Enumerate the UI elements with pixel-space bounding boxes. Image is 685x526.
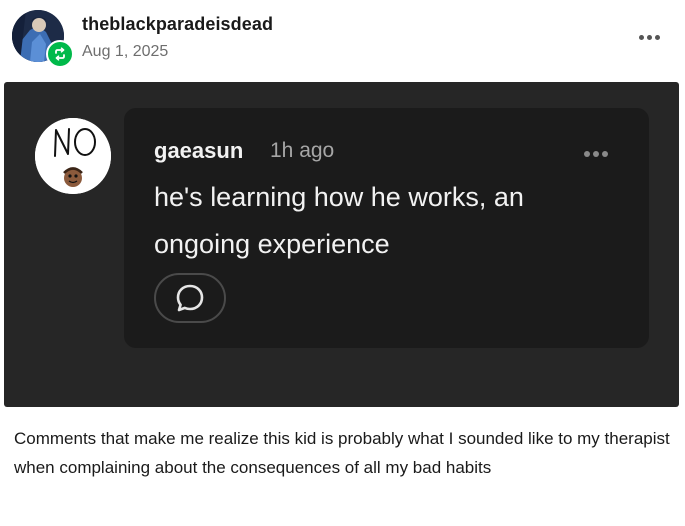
reply-button [154, 273, 226, 323]
dot [638, 34, 644, 40]
more-options-icon [576, 146, 616, 162]
comment-card: gaeasun 1h ago he's learning how he work… [124, 108, 649, 348]
avatar-group[interactable] [12, 10, 74, 68]
reblog-icon [46, 40, 74, 68]
commenter-avatar [35, 118, 111, 194]
post-header: theblackparadeisdead Aug 1, 2025 [0, 0, 685, 80]
reply-bubble-icon [176, 284, 204, 312]
comment-text: he's learning how he works, an ongoing e… [154, 182, 524, 259]
post-date[interactable]: Aug 1, 2025 [82, 43, 168, 61]
more-options-icon[interactable] [630, 26, 668, 48]
dot [602, 151, 608, 157]
post-caption: Comments that make me realize this kid i… [14, 429, 670, 477]
dot [584, 151, 590, 157]
dot [646, 34, 652, 40]
dot [593, 151, 599, 157]
commenter-name: gaeasun [154, 138, 244, 163]
reblog-arrows [55, 47, 65, 61]
dot [654, 34, 660, 40]
comment-time: 1h ago [270, 139, 335, 162]
screenshot-image[interactable]: gaeasun 1h ago he's learning how he work… [4, 82, 679, 407]
commenter-avatar-drawing [35, 118, 111, 194]
post-username[interactable]: theblackparadeisdead [82, 14, 273, 35]
